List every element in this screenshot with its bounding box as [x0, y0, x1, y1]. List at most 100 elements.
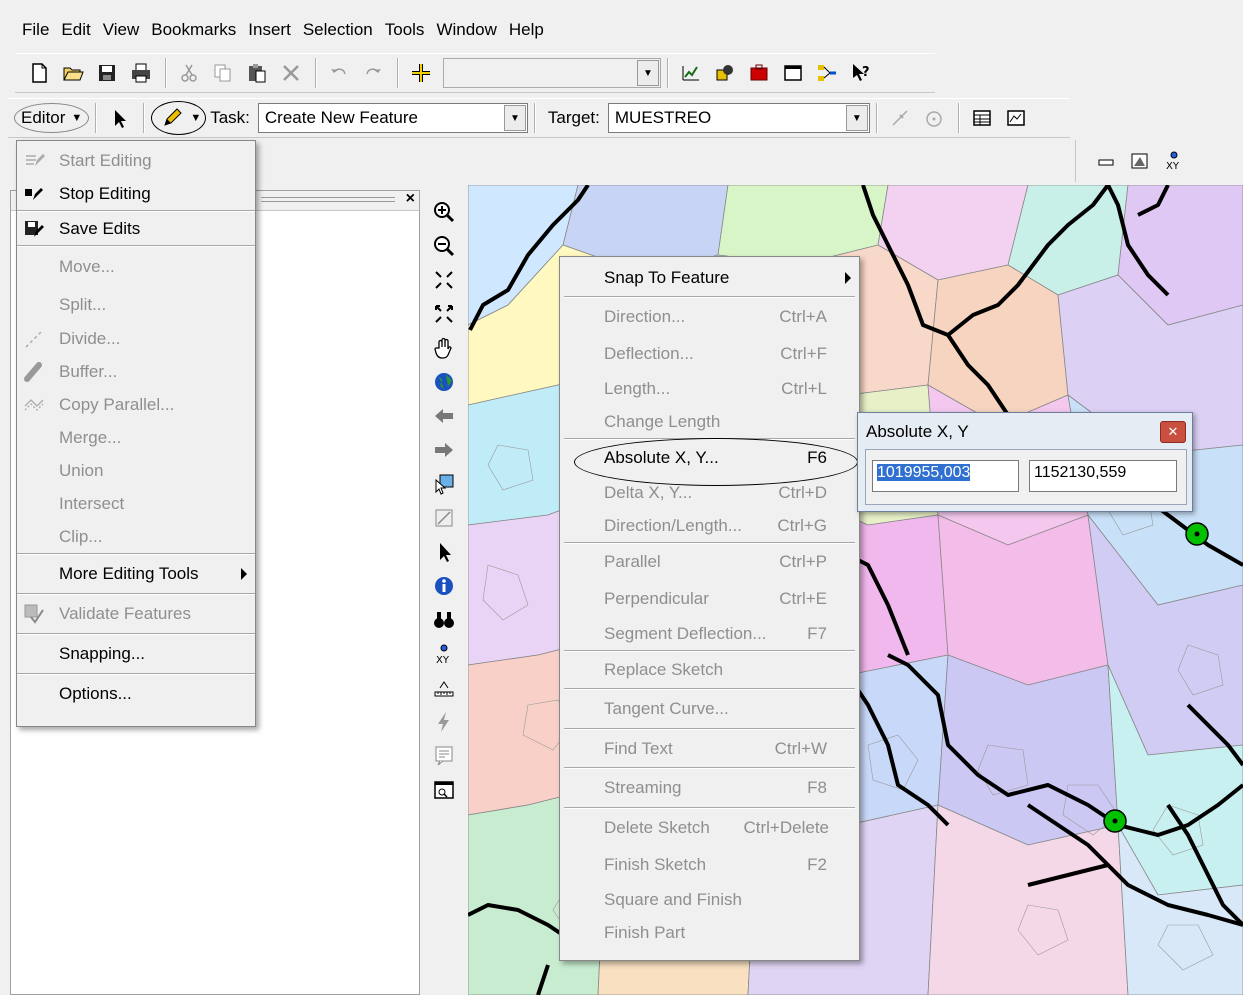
modelbuilder-button[interactable] [811, 57, 843, 89]
arctoolbox-button[interactable] [709, 57, 741, 89]
menu-item-buffer[interactable]: Buffer... [17, 355, 255, 388]
menu-item-intersect[interactable]: Intersect [17, 487, 255, 520]
menu-edit[interactable]: Edit [55, 16, 96, 44]
menu-item-parallel[interactable]: Parallel Ctrl+P [564, 544, 855, 580]
menu-insert[interactable]: Insert [242, 16, 297, 44]
print-button[interactable] [125, 57, 157, 89]
editor-toolbar-button[interactable] [675, 57, 707, 89]
measure-button[interactable] [428, 671, 460, 705]
menu-item-deflection[interactable]: Deflection... Ctrl+F [564, 335, 855, 372]
fixed-zoom-in-button[interactable] [428, 263, 460, 297]
paste-button[interactable] [241, 57, 273, 89]
new-document-button[interactable] [23, 57, 55, 89]
menu-item-absolute-xy[interactable]: Absolute X, Y... F6 [564, 438, 858, 486]
redo-button[interactable] [357, 57, 389, 89]
go-to-xy-button[interactable]: XY [428, 637, 460, 671]
menu-item-more-editing-tools[interactable]: More Editing Tools [17, 555, 255, 593]
sketch-tool-button[interactable] [156, 102, 188, 134]
zoom-in-button[interactable] [428, 195, 460, 229]
menu-item-square-and-finish[interactable]: Square and Finish [564, 883, 855, 916]
caret-down-icon[interactable]: ▼ [190, 112, 201, 124]
full-extent-button[interactable] [428, 365, 460, 399]
toolbar-small-button-1[interactable] [1090, 145, 1122, 177]
menu-item-length[interactable]: Length... Ctrl+L [564, 372, 855, 405]
command-line-button[interactable] [777, 57, 809, 89]
back-extent-button[interactable] [428, 399, 460, 433]
find-button[interactable] [428, 603, 460, 637]
close-button[interactable]: ✕ [1160, 421, 1186, 443]
menu-item-snapping[interactable]: Snapping... [17, 635, 255, 673]
menu-selection[interactable]: Selection [297, 16, 379, 44]
whats-this-button[interactable]: ? [845, 57, 877, 89]
zoom-out-button[interactable] [428, 229, 460, 263]
menu-item-validate-features[interactable]: Validate Features [17, 595, 255, 633]
clear-selection-button[interactable] [428, 501, 460, 535]
open-button[interactable] [57, 57, 89, 89]
rotate-tool-button[interactable] [918, 102, 950, 134]
menu-view[interactable]: View [97, 16, 146, 44]
menu-item-options[interactable]: Options... [17, 675, 255, 713]
map-sketch-point[interactable] [1103, 809, 1127, 833]
attributes-button[interactable] [966, 102, 998, 134]
menu-item-direction[interactable]: Direction... Ctrl+A [564, 298, 855, 335]
save-button[interactable] [91, 57, 123, 89]
menu-item-segment-deflection[interactable]: Segment Deflection... F7 [564, 617, 855, 650]
menu-item-split[interactable]: Split... [17, 287, 255, 322]
identify-button[interactable] [428, 569, 460, 603]
menu-item-find-text[interactable]: Find Text Ctrl+W [564, 730, 855, 767]
menu-item-replace-sketch[interactable]: Replace Sketch [564, 652, 855, 688]
create-viewer-button[interactable] [428, 773, 460, 807]
sketch-properties-button[interactable] [1000, 102, 1032, 134]
menu-item-delete-sketch[interactable]: Delete Sketch Ctrl+Delete [564, 809, 855, 847]
menu-item-direction-length[interactable]: Direction/Length... Ctrl+G [564, 509, 855, 542]
menu-item-copy-parallel[interactable]: Copy Parallel... [17, 388, 255, 421]
x-coordinate-input[interactable]: 1019955,003 [872, 460, 1019, 492]
select-elements-button[interactable] [428, 535, 460, 569]
pan-button[interactable] [428, 331, 460, 365]
menu-bookmarks[interactable]: Bookmarks [145, 16, 242, 44]
menu-item-start-editing[interactable]: Start Editing [17, 144, 255, 177]
map-scale-combo[interactable]: ▼ [443, 58, 661, 88]
editor-menu-button[interactable]: Editor ▼ [14, 103, 90, 133]
undo-button[interactable] [323, 57, 355, 89]
map-sketch-point[interactable] [1185, 522, 1209, 546]
menu-item-divide[interactable]: Divide... [17, 322, 255, 355]
menu-item-move[interactable]: Move... [17, 247, 255, 287]
menu-file[interactable]: File [20, 16, 55, 44]
toc-grip[interactable] [261, 197, 395, 202]
menu-item-finish-part[interactable]: Finish Part [564, 916, 855, 949]
y-coordinate-input[interactable]: 1152130,559 [1029, 460, 1177, 492]
menu-item-change-length[interactable]: Change Length [564, 405, 855, 438]
menu-item-stop-editing[interactable]: Stop Editing [17, 177, 255, 210]
target-combo[interactable]: MUESTREO ▼ [607, 103, 870, 133]
menu-item-save-edits[interactable]: Save Edits [17, 212, 255, 245]
toolbox-button[interactable] [743, 57, 775, 89]
html-popup-button[interactable] [428, 739, 460, 773]
fixed-zoom-out-button[interactable] [428, 297, 460, 331]
menu-help[interactable]: Help [503, 16, 550, 44]
split-tool-button[interactable] [884, 102, 916, 134]
hyperlink-button[interactable] [428, 705, 460, 739]
task-combo[interactable]: Create New Feature ▼ [257, 103, 528, 133]
cut-button[interactable] [173, 57, 205, 89]
forward-extent-button[interactable] [428, 433, 460, 467]
menu-tools[interactable]: Tools [379, 16, 431, 44]
menu-item-clip[interactable]: Clip... [17, 520, 255, 553]
toolbar-small-button-2[interactable] [1124, 145, 1156, 177]
menu-item-snap-to-feature[interactable]: Snap To Feature [564, 260, 855, 296]
menu-item-streaming[interactable]: Streaming F8 [564, 769, 855, 807]
xy-button[interactable]: XY [1158, 145, 1190, 177]
menu-item-union[interactable]: Union [17, 454, 255, 487]
edit-tool-button[interactable] [103, 102, 135, 134]
close-icon[interactable]: × [406, 190, 415, 208]
add-data-button[interactable] [405, 57, 437, 89]
menu-item-tangent-curve[interactable]: Tangent Curve... [564, 690, 855, 728]
select-features-button[interactable] [428, 467, 460, 501]
copy-button[interactable] [207, 57, 239, 89]
menu-window[interactable]: Window [430, 16, 502, 44]
menu-item-perpendicular[interactable]: Perpendicular Ctrl+E [564, 580, 855, 617]
menu-item-merge[interactable]: Merge... [17, 421, 255, 454]
delete-button[interactable] [275, 57, 307, 89]
menu-item-delta-xy[interactable]: Delta X, Y... Ctrl+D [564, 476, 855, 509]
menu-item-finish-sketch[interactable]: Finish Sketch F2 [564, 847, 855, 883]
